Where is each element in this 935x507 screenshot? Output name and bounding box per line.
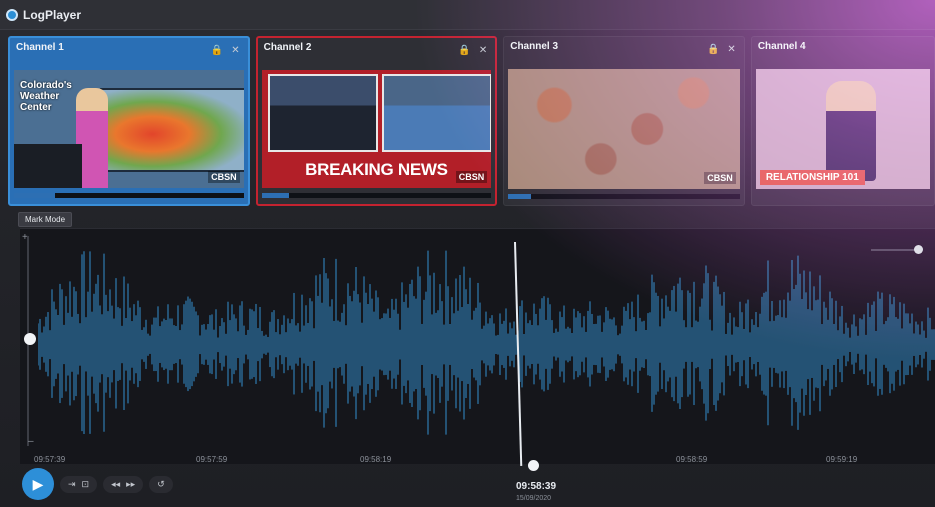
current-date: 15/09/2020 — [516, 495, 552, 502]
volume-minus-icon[interactable]: – — [28, 436, 34, 447]
play-icon: ▶ — [32, 475, 44, 492]
channel-progress-fill — [508, 194, 532, 199]
mark-controls: ⇥ ⊡ — [60, 475, 98, 493]
transport-controls: ▶ ⇥ ⊡ ◂◂ ▸▸ ↺ — [22, 468, 173, 500]
extra-controls: ↺ — [149, 475, 173, 493]
channel-actions: 🔒 ✕ — [707, 44, 736, 55]
channel-card-4[interactable]: Channel 4 RELATIONSHIP 101 — [750, 36, 935, 206]
lock-icon[interactable]: 🔒 — [458, 45, 470, 56]
channel-name: Channel 3 — [510, 41, 559, 52]
audio-waveform[interactable] — [38, 240, 935, 450]
timeline-tick: 09:57:59 — [196, 455, 228, 464]
channel-card-2[interactable]: Channel 2 🔒 ✕ BREAKING NEWS CBSN — [255, 36, 498, 206]
app-title: LogPlayer — [23, 7, 82, 22]
channel-name: Channel 4 — [757, 41, 806, 52]
waveform-toolbar: Mark Mode — [18, 211, 73, 227]
timeline-tick: 09:59:19 — [826, 455, 858, 464]
lower-third: RELATIONSHIP 101 — [759, 170, 865, 185]
channel-progress-fill — [14, 193, 56, 198]
timeline-tick: 09:58:19 — [360, 455, 392, 464]
network-logo: CBSN — [704, 172, 736, 184]
channel-progress[interactable]: CBSN — [261, 171, 492, 198]
network-logo: CBSN — [455, 171, 488, 183]
play-button[interactable]: ▶ — [22, 468, 54, 500]
channel-card-3[interactable]: Channel 3 🔒 ✕ CBSN — [503, 36, 745, 206]
close-icon[interactable]: ✕ — [479, 45, 487, 56]
loop-icon[interactable]: ↺ — [157, 479, 165, 490]
channel-progress[interactable]: CBSN — [508, 172, 740, 199]
network-logo: CBSN — [208, 171, 240, 183]
channel-header: Channel 3 🔒 ✕ — [504, 37, 744, 67]
channel-video[interactable]: RELATIONSHIP 101 — [755, 69, 930, 189]
channel-name: Channel 2 — [263, 42, 312, 53]
close-icon[interactable]: ✕ — [231, 45, 239, 56]
volume-slider-handle[interactable] — [24, 333, 36, 345]
timeline-tick: 09:58:59 — [676, 455, 708, 464]
step-controls: ◂◂ ▸▸ — [103, 475, 144, 493]
fit-icon[interactable]: ⊡ — [82, 479, 90, 490]
channel-progress-fill — [261, 193, 290, 198]
desk — [14, 144, 82, 188]
lock-icon[interactable]: 🔒 — [707, 44, 719, 55]
channel-header: Channel 1 🔒 ✕ — [10, 38, 248, 68]
channel-actions: 🔒 ✕ — [458, 45, 487, 56]
step-back-icon[interactable]: ◂◂ — [111, 479, 120, 490]
weather-map — [100, 88, 244, 172]
app-logo-icon — [6, 8, 18, 21]
video-overlay-title: Colorado's Weather Center — [20, 80, 72, 113]
guest — [825, 81, 876, 181]
lock-icon[interactable]: 🔒 — [211, 45, 223, 56]
mark-in-icon[interactable]: ⇥ — [68, 479, 76, 490]
title-bar: LogPlayer — [0, 0, 935, 30]
channel-name: Channel 1 — [16, 42, 64, 53]
channel-actions: 🔒 ✕ — [211, 45, 240, 56]
mark-mode-button[interactable]: Mark Mode — [18, 211, 73, 227]
channel-strip: Channel 1 🔒 ✕ Colorado's Weather Center … — [8, 36, 935, 208]
step-forward-icon[interactable]: ▸▸ — [126, 479, 135, 490]
channel-video[interactable] — [508, 69, 740, 189]
channel-header: Channel 2 🔒 ✕ — [258, 38, 496, 68]
timeline-tick: 09:57:39 — [34, 455, 66, 464]
channel-header: Channel 4 — [752, 37, 934, 67]
anchor-pane-right — [381, 74, 492, 152]
log-player-window: LogPlayer Channel 1 🔒 ✕ Colorado's Weath… — [0, 0, 935, 507]
channel-progress[interactable]: CBSN — [14, 171, 244, 198]
channel-card-1[interactable]: Channel 1 🔒 ✕ Colorado's Weather Center … — [8, 36, 250, 206]
current-time: 09:58:39 — [516, 481, 557, 492]
close-icon[interactable]: ✕ — [727, 44, 735, 55]
anchor-pane-left — [267, 74, 378, 152]
